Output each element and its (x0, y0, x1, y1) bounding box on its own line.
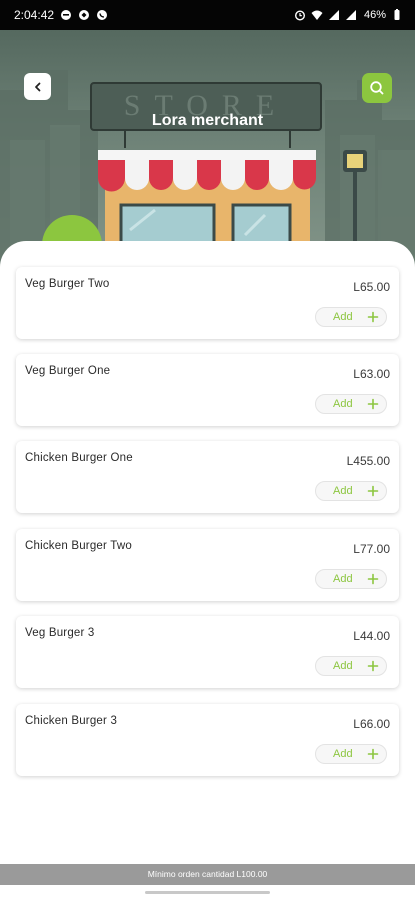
minimum-order-bar: Mínimo orden cantidad L100.00 (0, 864, 415, 885)
plus-icon (367, 485, 379, 497)
product-name: Chicken Burger Two (25, 540, 132, 552)
add-label: Add (333, 748, 353, 760)
search-icon (370, 81, 384, 95)
signal-icon (328, 9, 340, 21)
product-price: L44.00 (353, 629, 390, 643)
status-time: 2:04:42 (14, 8, 55, 22)
product-card[interactable]: Chicken Burger 3 L66.00 Add (16, 704, 399, 776)
add-button[interactable]: Add (315, 569, 387, 589)
add-button[interactable]: Add (315, 307, 387, 327)
screen: 2:04:42 46% STORE Lora merchant Veg Burg… (0, 0, 415, 900)
alarm-icon (294, 9, 306, 21)
product-price: L66.00 (353, 717, 390, 731)
product-name: Veg Burger Two (25, 278, 110, 290)
wifi-icon (311, 9, 323, 21)
battery-icon (391, 9, 403, 21)
product-card[interactable]: Chicken Burger One L455.00 Add (16, 441, 399, 513)
gesture-handle[interactable] (145, 891, 270, 894)
product-price: L65.00 (353, 280, 390, 294)
product-price: L63.00 (353, 367, 390, 381)
add-label: Add (333, 573, 353, 585)
add-button[interactable]: Add (315, 481, 387, 501)
add-label: Add (333, 311, 353, 323)
add-label: Add (333, 398, 353, 410)
add-button[interactable]: Add (315, 394, 387, 414)
merchant-title: Lora merchant (151, 112, 264, 129)
chat-icon (60, 9, 72, 21)
plus-icon (367, 573, 379, 585)
product-name: Chicken Burger 3 (25, 715, 118, 727)
product-name: Veg Burger One (25, 365, 111, 377)
sync-icon (78, 9, 90, 21)
product-card[interactable]: Chicken Burger Two L77.00 Add (16, 529, 399, 601)
product-card[interactable]: Veg Burger Two L65.00 Add (16, 267, 399, 339)
plus-icon (367, 660, 379, 672)
chevron-left-icon (34, 82, 40, 91)
add-label: Add (333, 485, 353, 497)
search-button[interactable] (362, 73, 392, 103)
add-button[interactable]: Add (315, 656, 387, 676)
plus-icon (367, 398, 379, 410)
product-card[interactable]: Veg Burger 3 L44.00 Add (16, 616, 399, 688)
back-button[interactable] (24, 73, 51, 100)
add-button[interactable]: Add (315, 744, 387, 764)
plus-icon (367, 311, 379, 323)
product-name: Chicken Burger One (25, 452, 133, 464)
product-card[interactable]: Veg Burger One L63.00 Add (16, 354, 399, 426)
product-list: Veg Burger Two L65.00 Add Veg Burger One… (0, 241, 415, 871)
plus-icon (367, 748, 379, 760)
product-price: L77.00 (353, 542, 390, 556)
battery-level: 46% (363, 9, 386, 21)
status-bar: 2:04:42 46% (0, 0, 415, 30)
add-label: Add (333, 660, 353, 672)
signal-icon (345, 9, 357, 21)
system-nav-bar (0, 885, 415, 900)
product-name: Veg Burger 3 (25, 627, 95, 639)
whatsapp-icon (96, 9, 108, 21)
product-price: L455.00 (346, 454, 390, 468)
